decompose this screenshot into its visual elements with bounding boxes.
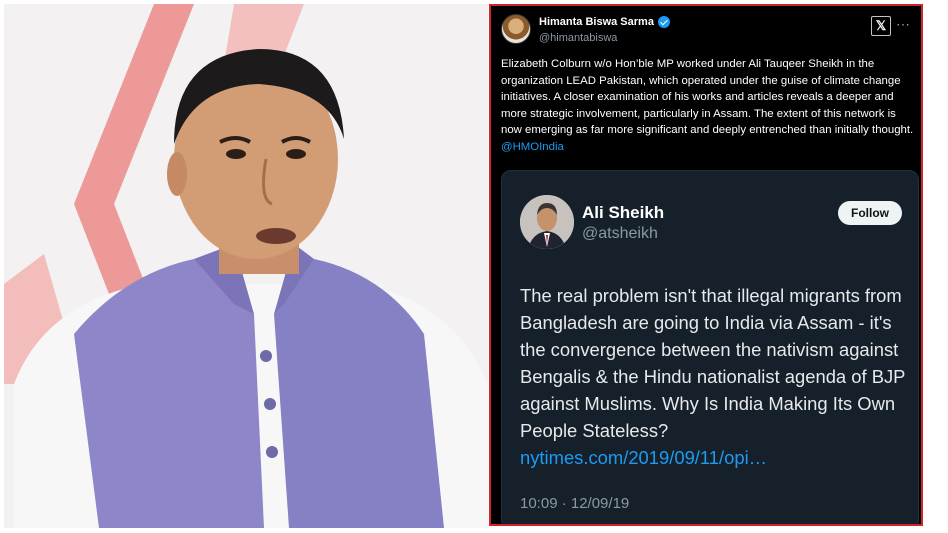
quoted-tweet-text: The real problem isn't that illegal migr…	[520, 282, 916, 471]
portrait-photo	[4, 4, 488, 528]
follow-button[interactable]: Follow	[838, 201, 902, 225]
portrait-illustration	[4, 4, 488, 528]
author-handle[interactable]: @himantabiswa	[539, 32, 617, 44]
tweet-text: Elizabeth Colburn w/o Hon’ble MP worked …	[501, 56, 919, 156]
tweet-header: Himanta Biswa Sarma @himantabiswa 𝕏 ⋯	[499, 14, 913, 50]
quoted-timestamp[interactable]: 10:09 · 12/09/19	[520, 495, 629, 512]
author-avatar[interactable]	[501, 14, 531, 44]
quoted-body: The real problem isn't that illegal migr…	[520, 285, 906, 441]
tweet-card: Himanta Biswa Sarma @himantabiswa 𝕏 ⋯ El…	[489, 4, 923, 526]
author-name[interactable]: Himanta Biswa Sarma	[539, 16, 654, 28]
more-icon[interactable]: ⋯	[896, 16, 911, 33]
quoted-author-handle[interactable]: @atsheikh	[582, 225, 658, 243]
quoted-link[interactable]: nytimes.com/2019/09/11/opi…	[520, 447, 767, 468]
x-logo-icon[interactable]: 𝕏	[871, 16, 891, 36]
quoted-avatar-illustration	[520, 195, 574, 249]
mention-link[interactable]: @HMOIndia	[501, 141, 564, 153]
tweet-body: Elizabeth Colburn w/o Hon’ble MP worked …	[501, 58, 914, 137]
verified-badge-icon	[657, 16, 670, 28]
quoted-tweet[interactable]: Ali Sheikh @atsheikh Follow The real pro…	[501, 170, 919, 524]
quoted-author-name[interactable]: Ali Sheikh	[582, 203, 664, 223]
author-name-row[interactable]: Himanta Biswa Sarma	[539, 16, 670, 28]
quoted-author-avatar[interactable]	[520, 195, 574, 249]
